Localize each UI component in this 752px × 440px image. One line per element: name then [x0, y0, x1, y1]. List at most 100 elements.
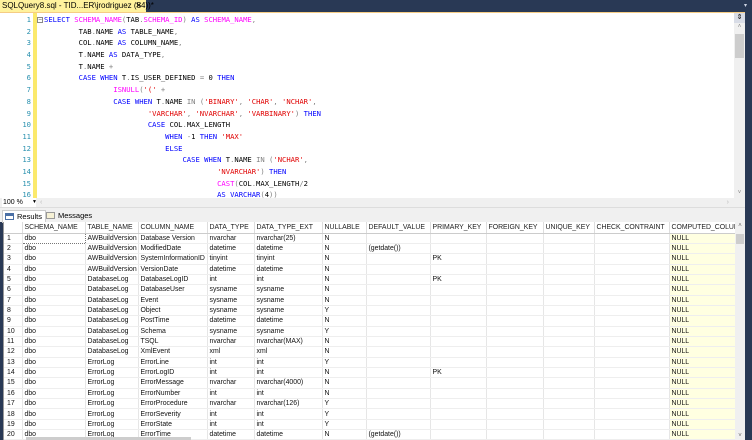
table-cell[interactable]: N — [322, 274, 367, 286]
table-cell[interactable] — [486, 315, 544, 327]
row-number[interactable]: 14 — [4, 367, 23, 379]
table-cell[interactable]: sysname — [207, 295, 255, 306]
scroll-up-icon[interactable]: ˄ — [735, 223, 745, 229]
table-cell[interactable]: ErrorState — [138, 419, 208, 431]
table-cell[interactable]: nvarchar(MAX) — [254, 336, 323, 348]
table-cell[interactable]: Y — [322, 357, 367, 368]
table-cell[interactable]: DatabaseLog — [85, 274, 139, 286]
table-cell[interactable]: int — [254, 419, 323, 431]
table-cell[interactable]: tinyint — [207, 253, 255, 265]
grid-vertical-scrollbar[interactable]: ˄ ˅ — [735, 222, 745, 440]
row-number[interactable]: 7 — [4, 295, 23, 306]
table-cell[interactable] — [486, 233, 544, 244]
table-cell[interactable] — [486, 264, 544, 275]
table-cell[interactable]: AWBuildVersion — [85, 253, 139, 265]
table-cell[interactable] — [486, 284, 544, 296]
table-cell[interactable]: datetime — [254, 315, 323, 327]
row-number[interactable]: 18 — [4, 408, 23, 420]
table-cell[interactable]: sysname — [207, 305, 255, 317]
table-cell[interactable] — [594, 243, 670, 255]
table-cell[interactable]: dbo — [22, 346, 86, 358]
collapse-icon[interactable]: − — [37, 17, 43, 23]
table-cell[interactable] — [430, 243, 487, 255]
table-row[interactable]: 7 dbo DatabaseLog Event sysname sysname N NULL — [4, 295, 737, 306]
table-cell[interactable] — [430, 233, 487, 244]
table-cell[interactable] — [366, 408, 431, 420]
table-cell[interactable]: dbo — [21, 232, 86, 244]
table-cell[interactable]: nvarchar — [207, 336, 255, 348]
row-number[interactable]: 17 — [4, 398, 23, 410]
table-cell[interactable] — [594, 305, 670, 317]
scroll-down-icon[interactable]: ˅ — [734, 190, 745, 196]
table-cell[interactable]: sysname — [207, 326, 255, 337]
table-cell[interactable]: datetime — [207, 315, 255, 327]
table-cell[interactable] — [366, 367, 431, 379]
column-header[interactable]: PRIMARY_KEY — [430, 222, 487, 234]
table-cell[interactable] — [430, 388, 487, 400]
column-header[interactable]: NULLABLE — [322, 222, 367, 234]
row-number[interactable]: 4 — [4, 264, 23, 275]
table-cell[interactable] — [430, 284, 487, 296]
table-cell[interactable]: NULL — [669, 243, 737, 255]
table-cell[interactable]: int — [207, 367, 255, 379]
table-cell[interactable] — [543, 346, 595, 358]
table-cell[interactable] — [543, 377, 595, 389]
table-cell[interactable] — [430, 377, 487, 389]
table-cell[interactable] — [543, 253, 595, 265]
table-row[interactable]: 9 dbo DatabaseLog PostTime datetime datetime N… — [4, 315, 737, 327]
table-cell[interactable] — [430, 326, 487, 337]
table-cell[interactable]: NULL — [669, 274, 737, 286]
table-cell[interactable]: int — [207, 274, 255, 286]
table-cell[interactable]: dbo — [22, 419, 86, 431]
table-cell[interactable] — [594, 274, 670, 286]
table-cell[interactable] — [430, 295, 487, 306]
table-cell[interactable]: NULL — [669, 388, 737, 400]
table-cell[interactable]: DatabaseLog — [85, 305, 139, 317]
table-cell[interactable]: ErrorSeverity — [138, 408, 208, 420]
table-cell[interactable]: ErrorNumber — [138, 388, 208, 400]
table-cell[interactable]: NULL — [669, 419, 737, 431]
table-cell[interactable] — [543, 408, 595, 420]
sql-editor[interactable]: 1− SELECT SCHEMA_NAME(TAB.SCHEMA_ID) AS S… — [0, 12, 745, 198]
table-cell[interactable] — [430, 408, 487, 420]
column-header[interactable]: UNIQUE_KEY — [543, 222, 595, 234]
table-cell[interactable] — [543, 429, 595, 440]
table-cell[interactable] — [486, 243, 544, 255]
table-cell[interactable]: datetime — [207, 243, 255, 255]
table-cell[interactable]: NULL — [669, 326, 737, 337]
column-header[interactable]: COMPUTED_COLUM — [669, 222, 737, 234]
table-cell[interactable]: int — [254, 274, 323, 286]
table-cell[interactable]: ErrorLog — [85, 408, 139, 420]
table-cell[interactable]: ErrorLogID — [138, 367, 208, 379]
table-cell[interactable] — [543, 274, 595, 286]
table-row[interactable]: 6 dbo DatabaseLog DatabaseUser sysname sysnam… — [4, 284, 737, 296]
table-cell[interactable] — [486, 357, 544, 368]
table-cell[interactable] — [594, 264, 670, 275]
table-cell[interactable] — [430, 346, 487, 358]
table-cell[interactable] — [430, 305, 487, 317]
table-cell[interactable] — [486, 398, 544, 410]
table-cell[interactable]: dbo — [22, 336, 86, 348]
table-cell[interactable]: TSQL — [138, 336, 208, 348]
table-cell[interactable]: PostTime — [138, 315, 208, 327]
table-cell[interactable]: sysname — [254, 305, 323, 317]
table-cell[interactable]: Event — [138, 295, 208, 306]
table-cell[interactable]: NULL — [669, 398, 737, 410]
table-cell[interactable]: datetime — [207, 264, 255, 275]
table-cell[interactable]: dbo — [22, 305, 86, 317]
table-row[interactable]: 8 dbo DatabaseLog Object sysname sysname Y NULL — [4, 305, 737, 317]
table-cell[interactable] — [366, 315, 431, 327]
table-cell[interactable]: N — [322, 264, 367, 275]
column-header[interactable]: COLUMN_NAME — [138, 222, 208, 234]
table-cell[interactable]: NULL — [669, 305, 737, 317]
table-cell[interactable]: dbo — [22, 408, 86, 420]
table-cell[interactable] — [366, 357, 431, 368]
table-cell[interactable] — [486, 336, 544, 348]
table-cell[interactable] — [594, 253, 670, 265]
table-cell[interactable]: Y — [322, 419, 367, 431]
table-cell[interactable]: datetime — [254, 264, 323, 275]
table-cell[interactable] — [366, 305, 431, 317]
table-cell[interactable]: SystemInformationID — [138, 253, 208, 265]
table-cell[interactable]: DatabaseLog — [85, 326, 139, 337]
table-cell[interactable]: int — [207, 388, 255, 400]
